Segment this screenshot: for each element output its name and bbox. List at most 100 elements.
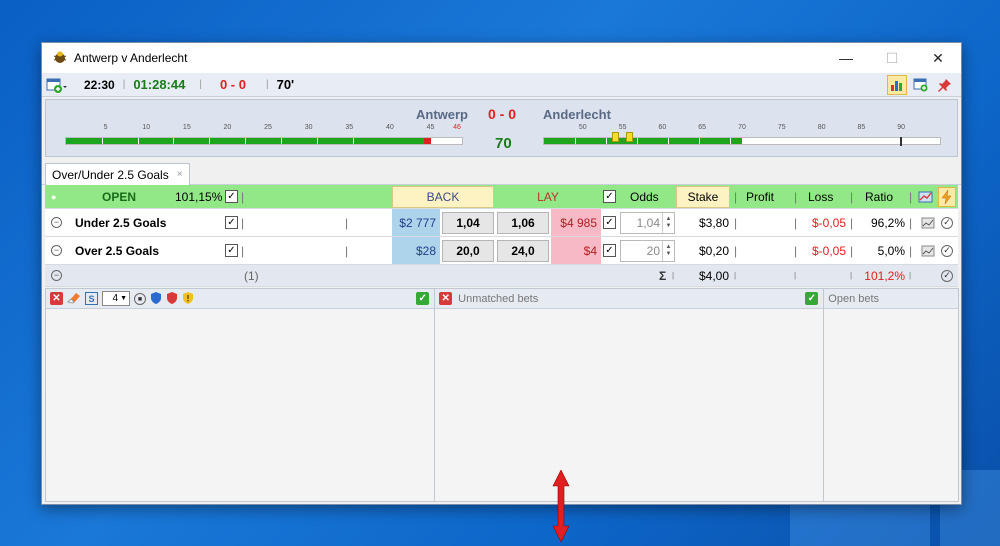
separator: |	[672, 271, 675, 280]
timeline-segment	[137, 138, 139, 144]
odds-checkbox[interactable]: ✓	[603, 185, 616, 208]
separator: |	[850, 189, 854, 204]
odds-input[interactable]: 20 ▲ ▼	[620, 240, 675, 262]
lay-header[interactable]: LAY	[495, 185, 601, 208]
confirm-unmatched-icon[interactable]: ✓	[805, 292, 819, 305]
odds-spinner[interactable]: ▲ ▼	[662, 213, 674, 233]
back-amount[interactable]: $2 777	[392, 209, 440, 236]
separator: |	[850, 215, 854, 230]
timeline-segment	[280, 138, 282, 144]
runner-chart-button[interactable]	[921, 209, 935, 236]
lay-amount[interactable]: $4	[551, 237, 601, 264]
confirm-all-icon[interactable]: ✓	[941, 265, 953, 286]
quantity-value: 4	[112, 293, 119, 304]
unmatched-bets-label: Unmatched bets	[458, 292, 539, 305]
minimize-button[interactable]: —	[823, 43, 869, 73]
market-tabs: Over/Under 2.5 Goals ×	[42, 163, 961, 185]
odds-input[interactable]: 1,04 ▲ ▼	[620, 212, 675, 234]
timeline-segment	[352, 138, 354, 144]
add-market-button[interactable]	[46, 77, 68, 93]
runner-checkbox[interactable]: ✓	[225, 209, 238, 236]
status-dot-icon: ●	[51, 191, 57, 202]
back-price[interactable]: 20,0	[442, 240, 494, 262]
timeline-tick-label: 40	[385, 124, 394, 131]
separator: |	[345, 215, 349, 230]
back-header[interactable]: BACK	[392, 186, 494, 208]
runner-chart-button[interactable]	[921, 237, 935, 264]
close-button[interactable]: ✕	[915, 43, 961, 73]
graph-button[interactable]	[918, 185, 934, 208]
timeline-segment	[637, 138, 639, 144]
timeline-progress-fill	[544, 138, 742, 144]
eraser-icon[interactable]	[66, 291, 81, 307]
match-info-panel: Antwerp 0 - 0 Anderlecht 70 5 10 15 20 25 30 3…	[45, 99, 958, 157]
loss-header: Loss	[808, 189, 834, 204]
maximize-button[interactable]: ☐	[869, 43, 915, 73]
lay-price[interactable]: 1,06	[497, 212, 549, 234]
shield-red-icon[interactable]	[166, 291, 178, 307]
timeline-segment	[209, 138, 211, 144]
separator: |	[909, 215, 913, 230]
separator: |	[734, 189, 738, 204]
stake-value[interactable]: $0,20	[685, 237, 729, 264]
loss-value: $-0,05	[811, 215, 846, 230]
back-price[interactable]: 1,04	[442, 212, 494, 234]
separator: |	[794, 189, 798, 204]
app-window: Antwerp v Anderlecht — ☐ ✕ 22:30 | 01:28…	[41, 42, 962, 505]
cancel-unmatched-icon[interactable]: ✕	[439, 292, 453, 305]
panel-toolbar: ✕ Unmatched bets ✓	[435, 289, 824, 309]
quantity-select[interactable]: 4 ▼	[102, 291, 130, 306]
timeline-tick-label: 30	[304, 124, 313, 131]
added-time-mark	[424, 138, 431, 144]
market-grid: ● OPEN 101,15% ✓ | BACK LAY ✓ Odds Stake…	[45, 185, 958, 287]
collapse-icon[interactable]: −	[51, 209, 62, 236]
confirm-matched-icon[interactable]: ✓	[416, 292, 430, 305]
separator: |	[199, 79, 202, 90]
timeline-tick-label: 20	[223, 124, 232, 131]
back-amount[interactable]: $28	[392, 237, 440, 264]
select-all-checkbox[interactable]: ✓	[225, 185, 238, 208]
timeline-segment	[606, 138, 608, 144]
odds-value: 20	[646, 244, 660, 258]
chart-view-button[interactable]	[887, 75, 907, 95]
toolbar-score: 0 - 0	[219, 77, 246, 92]
odds-spinner[interactable]: ▲ ▼	[662, 241, 674, 261]
market-status: OPEN	[102, 189, 137, 204]
total-stake: $4,00	[698, 268, 729, 283]
shield-warning-icon[interactable]	[182, 291, 194, 307]
tab-close-icon[interactable]: ×	[177, 169, 183, 180]
home-team: Antwerp	[416, 107, 468, 122]
tab-over-under[interactable]: Over/Under 2.5 Goals ×	[45, 163, 190, 185]
runner-checkbox[interactable]: ✓	[225, 237, 238, 264]
collapse-icon[interactable]: −	[51, 265, 62, 286]
match-score: 0 - 0	[488, 106, 517, 122]
pin-button[interactable]	[935, 75, 955, 95]
title-bar[interactable]: Antwerp v Anderlecht — ☐ ✕	[42, 43, 961, 73]
stake-value[interactable]: $3,80	[685, 209, 729, 236]
quick-bet-button[interactable]	[938, 187, 956, 207]
stake-header[interactable]: Stake	[676, 186, 730, 208]
lay-amount[interactable]: $4 985	[551, 209, 601, 236]
timeline-tick-label: 5	[103, 124, 108, 131]
lay-price[interactable]: 24,0	[497, 240, 549, 262]
confirm-icon[interactable]: ✓	[941, 237, 953, 264]
confirm-icon[interactable]: ✓	[941, 209, 953, 236]
yellow-card-icon	[612, 132, 619, 142]
runner-odds-checkbox[interactable]: ✓	[603, 237, 616, 264]
timeline-tick-label: 10	[142, 124, 151, 131]
collapse-icon[interactable]: −	[51, 237, 62, 264]
stake-s-icon[interactable]: S	[85, 292, 98, 305]
yellow-card-icon	[626, 132, 633, 142]
shield-blue-icon[interactable]	[150, 291, 162, 307]
timeline-segment	[575, 138, 577, 144]
runner-odds-checkbox[interactable]: ✓	[603, 209, 616, 236]
bet-count: (1)	[244, 268, 259, 283]
separator: |	[241, 215, 245, 230]
separator: |	[794, 243, 798, 258]
new-window-button[interactable]	[911, 75, 931, 95]
cancel-all-icon[interactable]: ✕	[50, 292, 63, 305]
timeline-tick-label: 85	[857, 124, 866, 131]
matched-bets-panel: ✕ S 4 ▼ ■ ✓	[46, 289, 436, 501]
add-window-icon	[46, 78, 67, 93]
stop-icon[interactable]: ■	[134, 292, 146, 306]
